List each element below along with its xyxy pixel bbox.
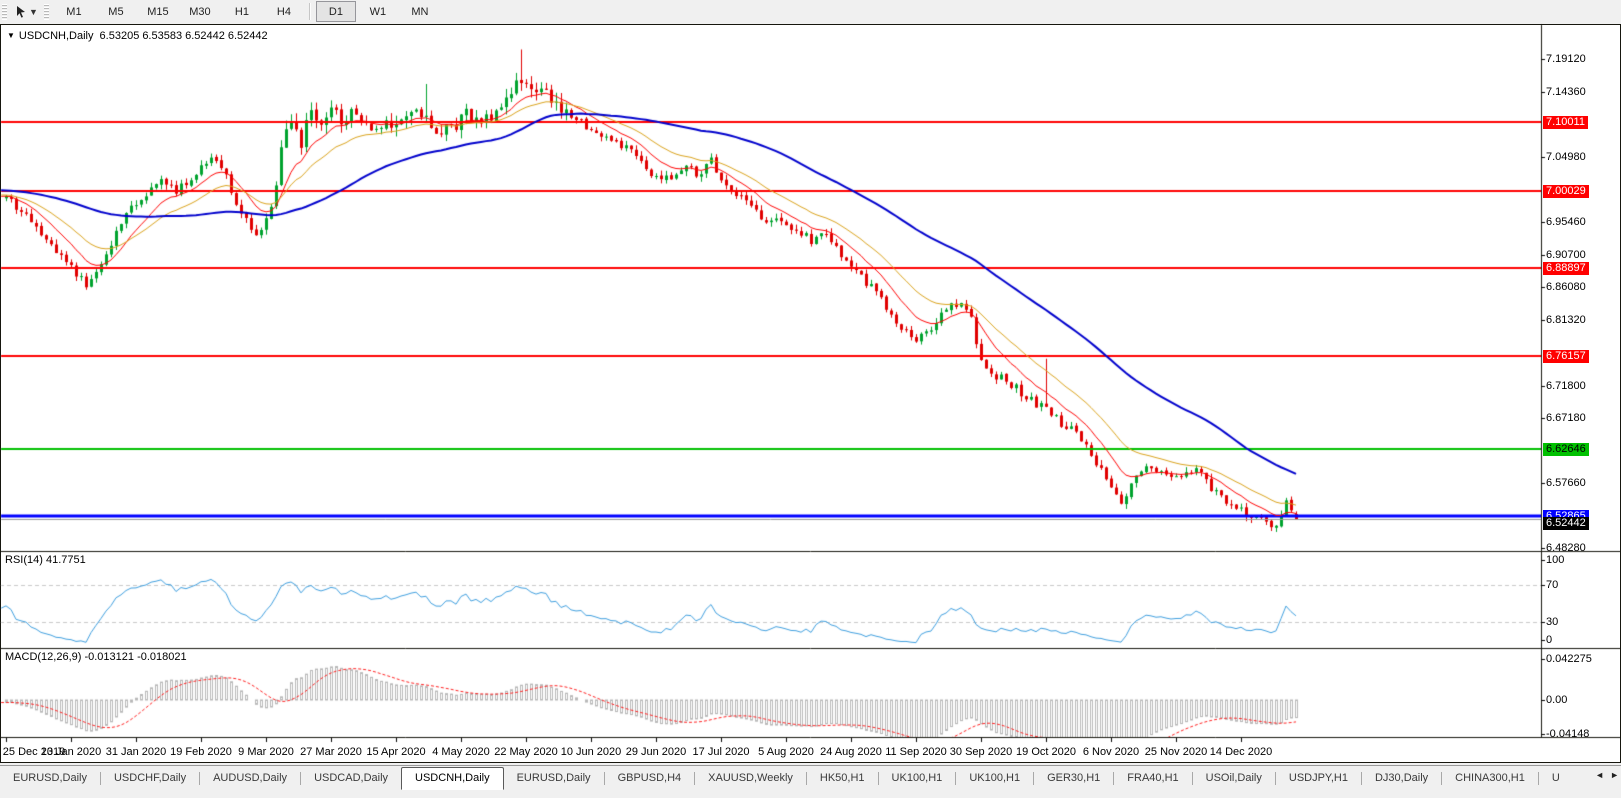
date-axis-label: 17 Jul 2020 <box>693 746 750 758</box>
price-axis-label: 6.90700 <box>1546 249 1586 262</box>
tab-scroll-left-button[interactable]: ◄ <box>1595 770 1604 780</box>
rsi-indicator-label: RSI(14) 41.7751 <box>5 554 86 566</box>
bid-price-tag: 6.52442 <box>1543 517 1589 530</box>
chart-tab-dj30-daily[interactable]: DJ30,Daily <box>1362 768 1441 788</box>
chart-tab-usdjpy-h1[interactable]: USDJPY,H1 <box>1276 768 1361 788</box>
chart-title: ▼USDCNH,Daily 6.532056.535836.524426.524… <box>7 30 271 42</box>
one-click-trading-toggle-icon[interactable]: ▼ <box>7 31 15 40</box>
chart-tab-uk100-h1[interactable]: UK100,H1 <box>879 768 956 788</box>
price-axis-label: 6.86080 <box>1546 281 1586 294</box>
date-axis-label: 10 Jun 2020 <box>561 746 622 758</box>
hline-price-tag: 6.88897 <box>1543 262 1589 275</box>
rsi-axis-label: 100 <box>1546 554 1564 567</box>
date-axis-label: 30 Sep 2020 <box>950 746 1012 758</box>
date-axis-label: 24 Aug 2020 <box>820 746 882 758</box>
chart-tab-gbpusd-h4[interactable]: GBPUSD,H4 <box>605 768 695 788</box>
macd-axis-label: 0.042275 <box>1546 653 1592 666</box>
date-axis-label: 6 Nov 2020 <box>1083 746 1139 758</box>
date-axis-label: 29 Jun 2020 <box>626 746 687 758</box>
tab-scroll-arrows: ◄ ► <box>1595 770 1619 780</box>
rsi-axis-label: 30 <box>1546 616 1558 629</box>
chart-tab-bar: EURUSD,DailyUSDCHF,DailyAUDUSD,DailyUSDC… <box>0 765 1621 798</box>
price-axis-label: 7.19120 <box>1546 53 1586 66</box>
hline-price-tag: 6.62646 <box>1543 443 1589 456</box>
hline-price-tag: 6.76157 <box>1543 350 1589 363</box>
macd-axis-label: 0.00 <box>1546 694 1567 707</box>
chart-tab-audusd-daily[interactable]: AUDUSD,Daily <box>200 768 300 788</box>
date-axis-label: 19 Feb 2020 <box>170 746 232 758</box>
date-axis-label: 5 Aug 2020 <box>758 746 814 758</box>
date-axis-label: 22 May 2020 <box>494 746 558 758</box>
chart-tab-usdcnh-daily[interactable]: USDCNH,Daily <box>401 767 504 790</box>
rsi-axis-label: 0 <box>1546 634 1552 647</box>
date-axis-label: 31 Jan 2020 <box>106 746 167 758</box>
macd-axis-label: -0.04148 <box>1546 728 1589 741</box>
price-axis-label: 7.04980 <box>1546 151 1586 164</box>
chart-tab-eurusd-daily[interactable]: EURUSD,Daily <box>0 768 100 788</box>
date-axis-label: 13 Jan 2020 <box>41 746 102 758</box>
chart-tab-usoil-daily[interactable]: USOil,Daily <box>1193 768 1275 788</box>
hline-price-tag: 7.00029 <box>1543 185 1589 198</box>
price-axis-label: 6.67180 <box>1546 412 1586 425</box>
chart-tab-ger30-h1[interactable]: GER30,H1 <box>1034 768 1113 788</box>
price-axis-label: 6.57660 <box>1546 477 1586 490</box>
chart-tab-uk100-h1[interactable]: UK100,H1 <box>956 768 1033 788</box>
date-axis-label: 14 Dec 2020 <box>1210 746 1272 758</box>
date-axis-label: 27 Mar 2020 <box>300 746 362 758</box>
date-axis-label: 9 Mar 2020 <box>238 746 294 758</box>
chart-tab-xauusd-weekly[interactable]: XAUUSD,Weekly <box>695 768 806 788</box>
chart-tab-u[interactable]: U <box>1539 768 1573 788</box>
date-axis-label: 25 Nov 2020 <box>1145 746 1207 758</box>
date-axis-label: 15 Apr 2020 <box>366 746 425 758</box>
date-axis-label: 19 Oct 2020 <box>1016 746 1076 758</box>
date-axis-label: 4 May 2020 <box>432 746 489 758</box>
chart-tab-usdcad-daily[interactable]: USDCAD,Daily <box>301 768 401 788</box>
chart-tab-china300-h1[interactable]: CHINA300,H1 <box>1442 768 1538 788</box>
rsi-axis-label: 70 <box>1546 579 1558 592</box>
hline-price-tag: 7.10011 <box>1543 116 1588 129</box>
price-axis-label: 6.81320 <box>1546 314 1586 327</box>
chart-tab-usdchf-daily[interactable]: USDCHF,Daily <box>101 768 199 788</box>
chart-tab-fra40-h1[interactable]: FRA40,H1 <box>1114 768 1191 788</box>
chart-canvas[interactable] <box>0 0 1621 797</box>
date-axis-label: 11 Sep 2020 <box>885 746 947 758</box>
macd-indicator-label: MACD(12,26,9) -0.013121 -0.018021 <box>5 651 187 663</box>
tab-scroll-right-button[interactable]: ► <box>1610 770 1619 780</box>
price-axis-label: 7.14360 <box>1546 86 1586 99</box>
price-axis-label: 6.71800 <box>1546 380 1586 393</box>
price-axis-label: 6.95460 <box>1546 216 1586 229</box>
chart-tab-hk50-h1[interactable]: HK50,H1 <box>807 768 878 788</box>
chart-tab-eurusd-daily[interactable]: EURUSD,Daily <box>504 768 604 788</box>
